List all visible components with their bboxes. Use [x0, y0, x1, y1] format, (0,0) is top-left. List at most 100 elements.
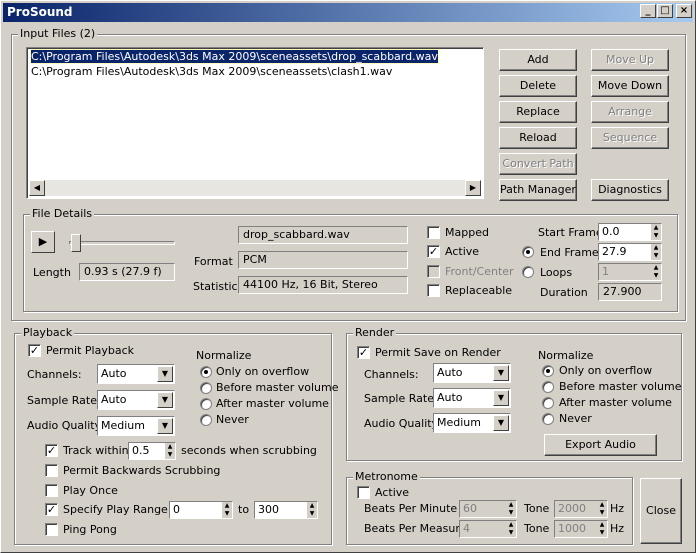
spinner-arrows-icon[interactable]: ▲ ▼	[307, 502, 317, 518]
bpmeasure-label: Beats Per Measure	[364, 522, 467, 535]
metronome-active-checkbox[interactable]	[357, 486, 370, 499]
arrange-button[interactable]: Arrange	[591, 101, 669, 123]
format-field: PCM	[238, 251, 408, 269]
tone1-label: Tone	[524, 502, 550, 515]
tone2-spinner[interactable]: 1000 ▲ ▼	[554, 520, 608, 538]
normalize-radio[interactable]	[200, 366, 212, 378]
start-frame-spinner[interactable]: 0.0 ▲ ▼	[598, 223, 662, 241]
loops-label: Loops	[540, 266, 573, 279]
render-normalize-radio[interactable]	[542, 365, 554, 377]
track-within-checkbox[interactable]: ✓	[45, 444, 58, 457]
render-normalize-radio[interactable]	[542, 381, 554, 393]
play-once-checkbox[interactable]	[45, 484, 58, 497]
render-normalize-option: After master volume	[559, 396, 672, 409]
channels-select[interactable]: Auto ▼	[97, 364, 175, 384]
move-up-button[interactable]: Move Up	[591, 49, 669, 71]
spinner-arrows-icon[interactable]: ▲ ▼	[222, 502, 232, 518]
permit-save-checkbox[interactable]: ✓	[357, 346, 370, 359]
spinner-arrows-icon[interactable]: ▲ ▼	[651, 244, 661, 260]
permit-playback-label: Permit Playback	[46, 344, 134, 357]
normalize-radio[interactable]	[200, 382, 212, 394]
range-to-spinner[interactable]: 300 ▲ ▼	[254, 501, 318, 519]
sequence-button[interactable]: Sequence	[591, 127, 669, 149]
loops-spinner[interactable]: 1 ▲ ▼	[598, 263, 662, 281]
bpm-spinner[interactable]: 60 ▲ ▼	[459, 500, 517, 518]
minimize-button[interactable]: _	[640, 4, 656, 18]
export-audio-button[interactable]: Export Audio	[544, 434, 657, 456]
render-normalize-radio[interactable]	[542, 413, 554, 425]
sample-rate-value: Auto	[101, 393, 127, 406]
spinner-arrows-icon[interactable]: ▲ ▼	[597, 501, 607, 517]
close-window-button[interactable]: ×	[676, 4, 692, 18]
chevron-down-icon[interactable]: ▼	[157, 366, 173, 382]
render-normalize-radio[interactable]	[542, 397, 554, 409]
render-sample-rate-select[interactable]: Auto ▼	[433, 388, 511, 408]
list-item[interactable]: C:\Program Files\Autodesk\3ds Max 2009\s…	[30, 49, 439, 64]
ping-pong-checkbox[interactable]	[45, 523, 58, 536]
spinner-arrows-icon[interactable]: ▲ ▼	[506, 501, 516, 517]
move-down-button[interactable]: Move Down	[591, 75, 669, 97]
playback-slider-thumb[interactable]	[71, 234, 81, 252]
close-button[interactable]: Close	[640, 478, 682, 544]
permit-backwards-checkbox[interactable]	[45, 464, 58, 477]
track-within-spinner[interactable]: 0.5 ▲ ▼	[128, 442, 176, 460]
play-button[interactable]: ▶	[31, 231, 55, 253]
track-within-label: Track within	[63, 444, 129, 457]
scroll-left-icon[interactable]: ◀	[29, 180, 45, 196]
play-icon: ▶	[38, 235, 48, 248]
filename-field: drop_scabbard.wav	[238, 226, 408, 244]
tone1-spinner[interactable]: 2000 ▲ ▼	[554, 500, 608, 518]
render-sample-rate-label: Sample Rate:	[364, 392, 438, 405]
chevron-down-icon[interactable]: ▼	[493, 415, 509, 431]
audio-quality-select[interactable]: Medium ▼	[97, 416, 175, 436]
mapped-checkbox[interactable]	[427, 226, 440, 239]
chevron-down-icon[interactable]: ▼	[157, 418, 173, 434]
chevron-down-icon[interactable]: ▼	[493, 390, 509, 406]
path-manager-button[interactable]: Path Manager	[499, 179, 577, 201]
normalize-option: Never	[216, 413, 249, 426]
horizontal-scrollbar[interactable]: ◀ ▶	[29, 180, 481, 196]
bpmeasure-spinner[interactable]: 4 ▲ ▼	[459, 520, 517, 538]
reload-button[interactable]: Reload	[499, 127, 577, 149]
sample-rate-select[interactable]: Auto ▼	[97, 390, 175, 410]
range-from-spinner[interactable]: 0 ▲ ▼	[169, 501, 233, 519]
maximize-button[interactable]: □	[657, 4, 673, 18]
specify-play-range-checkbox[interactable]: ✓	[45, 503, 58, 516]
normalize-radio[interactable]	[200, 414, 212, 426]
input-files-list[interactable]: C:\Program Files\Autodesk\3ds Max 2009\s…	[26, 47, 484, 199]
add-button[interactable]: Add	[499, 49, 577, 71]
active-checkbox[interactable]: ✓	[427, 245, 440, 258]
title-bar[interactable]: ProSound	[3, 3, 693, 22]
permit-playback-checkbox[interactable]: ✓	[28, 344, 41, 357]
render-audio-quality-select[interactable]: Medium ▼	[433, 413, 511, 433]
delete-button[interactable]: Delete	[499, 75, 577, 97]
spinner-arrows-icon[interactable]: ▲ ▼	[165, 443, 175, 459]
chevron-down-icon[interactable]: ▼	[157, 392, 173, 408]
render-normalize-option: Never	[559, 412, 592, 425]
playback-slider-track[interactable]	[69, 241, 175, 245]
list-item[interactable]: C:\Program Files\Autodesk\3ds Max 2009\s…	[31, 65, 392, 78]
render-channels-select[interactable]: Auto ▼	[433, 363, 511, 383]
replace-button[interactable]: Replace	[499, 101, 577, 123]
chevron-down-icon[interactable]: ▼	[493, 365, 509, 381]
spinner-arrows-icon[interactable]: ▲ ▼	[651, 224, 661, 240]
tone2-hz-label: Hz	[610, 522, 625, 535]
spinner-arrows-icon[interactable]: ▲ ▼	[597, 521, 607, 537]
bpm-label: Beats Per Minute	[364, 502, 458, 515]
end-frame-radio[interactable]	[522, 246, 534, 258]
spinner-arrows-icon[interactable]: ▲ ▼	[506, 521, 516, 537]
replaceable-label: Replaceable	[445, 284, 513, 297]
replaceable-checkbox[interactable]	[427, 284, 440, 297]
loops-radio[interactable]	[522, 266, 534, 278]
channels-value: Auto	[101, 367, 127, 380]
scroll-right-icon[interactable]: ▶	[465, 180, 481, 196]
normalize-radio[interactable]	[200, 398, 212, 410]
end-frame-spinner[interactable]: 27.9 ▲ ▼	[598, 243, 662, 261]
metronome-active-label: Active	[375, 486, 410, 499]
front-center-checkbox[interactable]	[427, 265, 440, 278]
active-label: Active	[445, 245, 480, 258]
render-sample-rate-value: Auto	[437, 391, 463, 404]
diagnostics-button[interactable]: Diagnostics	[591, 179, 669, 201]
convert-path-button[interactable]: Convert Path	[499, 153, 577, 175]
spinner-arrows-icon[interactable]: ▲ ▼	[651, 264, 661, 280]
